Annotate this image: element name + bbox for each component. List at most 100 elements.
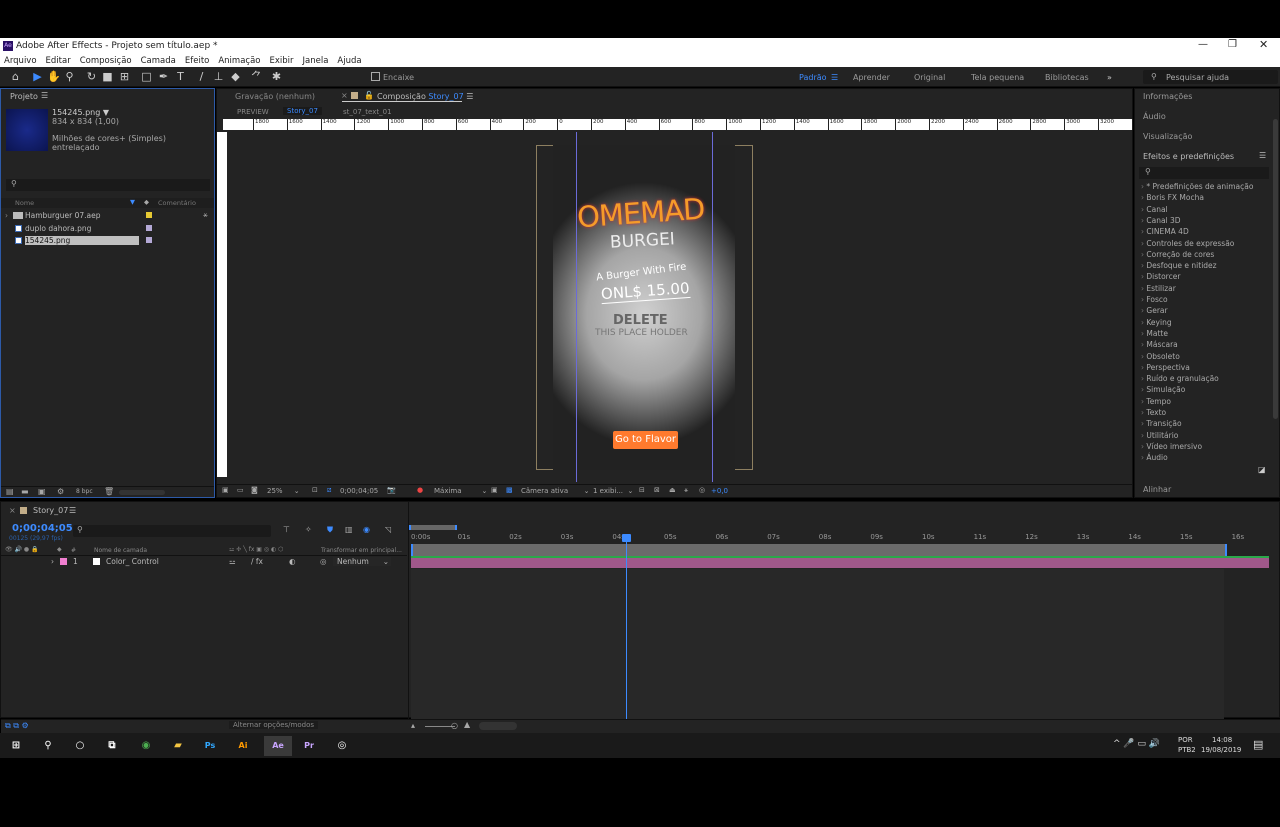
effect-category[interactable]: Vídeo imersivo	[1141, 442, 1202, 451]
effect-category[interactable]: Canal 3D	[1141, 216, 1180, 225]
after-effects-icon[interactable]: Ae	[264, 736, 292, 756]
panel-menu-icon[interactable]: ☰	[1259, 151, 1266, 160]
effects-search-input[interactable]: ⚲	[1139, 167, 1269, 179]
menu-item-4[interactable]: Efeito	[185, 56, 210, 66]
breadcrumb-preview[interactable]: PREVIEW	[237, 108, 269, 116]
flowchart-icon[interactable]: ⚹	[684, 486, 688, 495]
clock-time[interactable]: 14:08	[1212, 736, 1232, 744]
parent-select[interactable]: Nenhum ⌄	[333, 557, 391, 566]
layer-name[interactable]: Color_ Control	[106, 557, 159, 566]
layer-bar[interactable]	[411, 558, 1269, 568]
effect-category[interactable]: Ruído e granulação	[1141, 374, 1218, 383]
exposure-reset-icon[interactable]: ◎	[699, 486, 705, 494]
timeline-icon[interactable]: ⏏	[669, 486, 676, 494]
home-icon[interactable]: ⌂	[9, 70, 22, 83]
illustrator-icon[interactable]: Ai	[233, 736, 253, 756]
layer-switches-toggle-icon[interactable]: ⧉ ⧉ ⚙	[5, 721, 29, 731]
right-panel-scrollbar[interactable]	[1273, 119, 1278, 419]
project-settings-icon[interactable]: ⚙	[57, 487, 64, 496]
current-time-display[interactable]: 0;00;04;05	[340, 487, 382, 495]
effect-category[interactable]: Distorcer	[1141, 272, 1180, 281]
cortana-icon[interactable]: ○	[70, 736, 90, 756]
chrome-icon[interactable]: ◉	[136, 736, 156, 756]
graph-editor-icon[interactable]: ◹	[385, 525, 391, 534]
vertical-ruler[interactable]	[217, 132, 227, 477]
panel-preview[interactable]: Visualização	[1143, 132, 1192, 141]
camera-tool-icon[interactable]: ■	[101, 70, 114, 83]
workspace-tela-pequena[interactable]: Tela pequena	[971, 73, 1024, 82]
keyboard-layout[interactable]: PTB2	[1178, 746, 1196, 754]
effect-category[interactable]: Tempo	[1141, 397, 1171, 406]
horizontal-ruler[interactable]: 1800 1600 1400 1200 1000 800 600 400 200 0 200 400 6…	[223, 119, 1148, 130]
effect-category[interactable]: Canal	[1141, 205, 1167, 214]
effect-category[interactable]: Máscara	[1141, 340, 1177, 349]
roto-brush-icon[interactable]: ⺈	[250, 70, 263, 83]
photoshop-icon[interactable]: Ps	[200, 736, 220, 756]
guide-line-left[interactable]	[576, 132, 577, 482]
panel-align[interactable]: Alinhar	[1143, 485, 1171, 494]
channel-icon[interactable]: ●	[417, 486, 423, 494]
workspace-original[interactable]: Original	[914, 73, 945, 82]
project-panel-title[interactable]: Projeto	[10, 92, 38, 101]
effect-category[interactable]: Controles de expressão	[1141, 239, 1234, 248]
menu-item-0[interactable]: Arquivo	[4, 56, 37, 66]
effect-category[interactable]: Transição	[1141, 419, 1181, 428]
snapshot-icon[interactable]: 📷	[387, 486, 396, 494]
obs-icon[interactable]: ◎	[332, 736, 352, 756]
menu-item-6[interactable]: Exibir	[270, 56, 294, 66]
project-scrollbar[interactable]	[119, 490, 165, 495]
label-color[interactable]	[146, 237, 152, 243]
help-search-input[interactable]: ⚲ Pesquisar ajuda	[1143, 70, 1278, 84]
col-layer-name[interactable]: Nome de camada	[94, 547, 147, 554]
new-comp-icon[interactable]: ▣	[38, 487, 46, 496]
zoom-in-icon[interactable]: ▲	[464, 720, 470, 729]
label-column-icon[interactable]: ◆	[57, 546, 62, 553]
interpret-footage-icon[interactable]: ▤	[6, 487, 14, 496]
eraser-tool-icon[interactable]: ◆	[229, 70, 242, 83]
timeline-search-input[interactable]: ⚲	[73, 525, 271, 537]
close-button[interactable]: ✕	[1259, 38, 1268, 51]
effect-category[interactable]: Fosco	[1141, 295, 1167, 304]
effect-category[interactable]: Áudio	[1141, 453, 1167, 462]
always-preview-icon[interactable]: ▣	[222, 486, 229, 494]
panel-audio[interactable]: Áudio	[1143, 112, 1166, 121]
layer-shy-icon[interactable]: ⚍	[229, 557, 236, 566]
effect-category[interactable]: Matte	[1141, 329, 1168, 338]
project-item-name[interactable]: 154245.png	[25, 236, 139, 245]
menu-item-2[interactable]: Composição	[80, 56, 132, 66]
vr-icon[interactable]: ◙	[251, 486, 258, 494]
fast-preview-icon[interactable]: ⊠	[654, 486, 660, 494]
comp-mini-flowchart-icon[interactable]: ⊤	[283, 525, 290, 534]
minimize-button[interactable]: —	[1198, 39, 1208, 50]
workspace-padrao[interactable]: Padrão	[799, 73, 827, 82]
notification-icon[interactable]: ▤	[1253, 738, 1263, 751]
effect-category[interactable]: Simulação	[1141, 385, 1185, 394]
effect-category[interactable]: Boris FX Mocha	[1141, 193, 1204, 202]
breadcrumb-story[interactable]: Story_07	[283, 107, 322, 115]
effect-category[interactable]: * Predefinições de animação	[1141, 182, 1253, 191]
effect-category[interactable]: Obsoleto	[1141, 352, 1179, 361]
frame-blending-icon[interactable]: ▥	[345, 525, 353, 534]
clone-stamp-icon[interactable]: ⊥	[212, 70, 225, 83]
project-item[interactable]: › Hamburguer 07.aep	[1, 211, 203, 222]
panel-menu-icon[interactable]: ☰	[41, 91, 48, 100]
effect-category[interactable]: Estilizar	[1141, 284, 1175, 293]
draft-3d-icon[interactable]: ✧	[305, 525, 312, 534]
close-tab-icon[interactable]: ×	[9, 506, 16, 515]
effect-category[interactable]: Perspectiva	[1141, 363, 1189, 372]
label-color[interactable]	[146, 224, 152, 231]
col-name[interactable]: Nome	[15, 199, 34, 207]
snap-checkbox[interactable]	[371, 72, 380, 81]
zoom-out-icon[interactable]: ▴	[411, 721, 415, 730]
project-item-name[interactable]: duplo dahora.png	[25, 224, 91, 233]
av-switches-icons[interactable]: 👁 🔊 ● 🔒	[5, 546, 39, 553]
timeline-scrollbar[interactable]	[479, 722, 517, 730]
bpc-button[interactable]: 8 bpc	[76, 488, 93, 495]
views-select[interactable]: 1 exibi... ⌄	[593, 487, 633, 495]
comp-canvas[interactable]: OMEMAD BURGEI A Burger With Fire ONL$ 15…	[553, 145, 735, 470]
timeline-tab-story[interactable]: Story_07	[33, 506, 68, 515]
playhead[interactable]	[622, 534, 632, 719]
expand-chevron-icon[interactable]: ›	[51, 557, 54, 566]
more-workspaces-button[interactable]: »	[1107, 73, 1112, 82]
breadcrumb-text[interactable]: st_07_text_01	[343, 108, 392, 116]
